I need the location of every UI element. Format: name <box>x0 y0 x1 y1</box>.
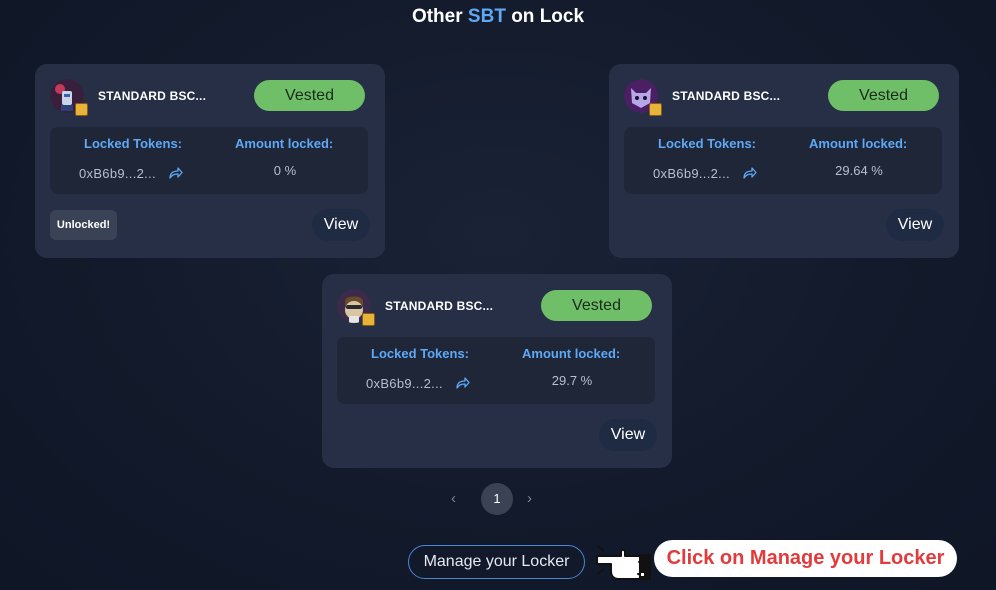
token-name: STANDARD BSC... <box>385 299 494 313</box>
amount-locked-value: 29.7 % <box>551 373 593 388</box>
vault-badge-icon <box>75 103 88 116</box>
token-name: STANDARD BSC... <box>672 89 781 103</box>
lock-info-box: Locked Tokens: Amount locked: 0xB6b9...2… <box>50 127 368 194</box>
lock-info-box: Locked Tokens: Amount locked: 0xB6b9...2… <box>624 127 942 194</box>
status-badge: Vested <box>254 80 365 111</box>
cat-avatar-icon <box>624 79 662 116</box>
share-link-icon[interactable] <box>454 375 470 391</box>
unlocked-badge: Unlocked! <box>50 210 117 240</box>
view-button[interactable]: View <box>886 209 944 241</box>
lock-card: STANDARD BSC... Vested Locked Tokens: Am… <box>322 274 672 468</box>
status-badge: Vested <box>828 80 939 111</box>
page-number-button[interactable]: 1 <box>481 483 513 515</box>
prev-page-button[interactable]: ‹ <box>451 490 456 507</box>
token-name: STANDARD BSC... <box>98 89 207 103</box>
status-badge: Vested <box>541 290 652 321</box>
title-suffix: on Lock <box>511 6 585 27</box>
lock-card: STANDARD BSC... Vested Locked Tokens: Am… <box>609 64 959 258</box>
ape-avatar-icon <box>337 289 375 326</box>
amount-locked-label: Amount locked: <box>809 136 908 151</box>
amount-locked-label: Amount locked: <box>522 346 621 361</box>
amount-locked-label: Amount locked: <box>235 136 334 151</box>
pointing-hand-icon <box>596 545 651 580</box>
token-address: 0xB6b9...2... <box>79 166 156 181</box>
instruction-callout: Click on Manage your Locker <box>654 540 957 577</box>
locked-tokens-label: Locked Tokens: <box>371 346 470 361</box>
title-accent: SBT <box>467 6 506 27</box>
manage-locker-button[interactable]: Manage your Locker <box>408 545 585 579</box>
share-link-icon[interactable] <box>167 165 183 181</box>
pagination: ‹ 1 › <box>440 482 560 516</box>
locked-tokens-label: Locked Tokens: <box>84 136 183 151</box>
lock-info-box: Locked Tokens: Amount locked: 0xB6b9...2… <box>337 337 655 404</box>
next-page-button[interactable]: › <box>527 490 532 507</box>
vault-badge-icon <box>362 313 375 326</box>
token-address: 0xB6b9...2... <box>653 166 730 181</box>
token-address: 0xB6b9...2... <box>366 376 443 391</box>
vault-badge-icon <box>649 103 662 116</box>
lock-card: STANDARD BSC... Vested Locked Tokens: Am… <box>35 64 385 258</box>
page-title: Other SBT on Lock <box>0 6 996 28</box>
view-button[interactable]: View <box>599 419 657 451</box>
share-link-icon[interactable] <box>741 165 757 181</box>
view-button[interactable]: View <box>312 209 370 241</box>
robot-avatar-icon <box>50 79 88 116</box>
locked-tokens-label: Locked Tokens: <box>658 136 757 151</box>
title-prefix: Other <box>411 6 463 27</box>
amount-locked-value: 29.64 % <box>835 163 883 178</box>
amount-locked-value: 0 % <box>273 163 297 178</box>
